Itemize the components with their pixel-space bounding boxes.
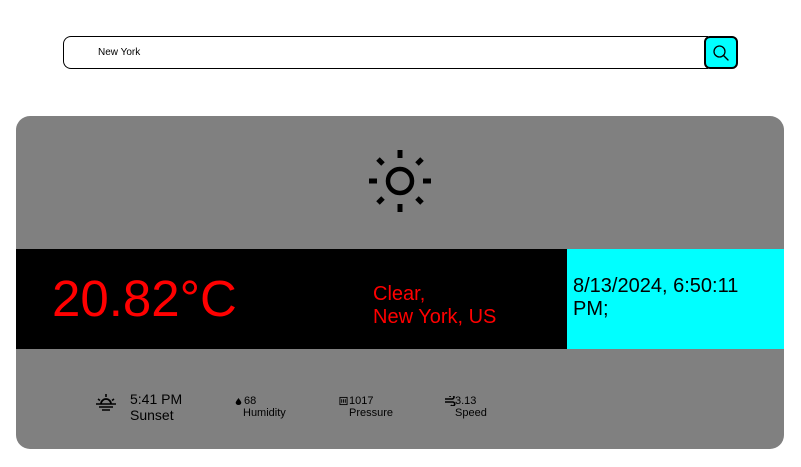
temperature-panel: 20.82°C Clear, New York, US (16, 249, 567, 349)
datetime-panel: 8/13/2024, 6:50:11 PM; (567, 249, 784, 349)
pressure-value: 1017 (349, 395, 374, 407)
sunset-icon (96, 394, 116, 411)
pressure-label: Pressure (349, 407, 394, 419)
datetime-text: 8/13/2024, 6:50:11 PM; (573, 275, 739, 320)
humidity-label: Humidity (243, 407, 286, 419)
sunset-label: Sunset (130, 407, 174, 423)
condition-text: Clear, (373, 283, 426, 305)
weather-condition: Clear, New York, US (373, 283, 496, 329)
search-input[interactable] (63, 36, 708, 69)
wind-speed-value: 3.13 (455, 395, 477, 407)
weather-card: 20.82°C Clear, New York, US 8/13/2024, 6… (16, 116, 784, 449)
temperature-value: 20.82°C (52, 270, 237, 327)
humidity-value: 68 (244, 395, 257, 407)
sun-icon (369, 150, 431, 212)
search-bar (63, 36, 738, 69)
sunset-time: 5:41 PM (130, 391, 183, 407)
wind-speed-label: Speed (455, 407, 487, 419)
gauge-icon (339, 396, 348, 406)
search-icon (713, 44, 729, 61)
droplet-icon (235, 398, 242, 405)
location-text: New York, US (373, 306, 497, 328)
weather-summary-band: 20.82°C Clear, New York, US 8/13/2024, 6… (16, 249, 784, 349)
search-button[interactable] (704, 36, 738, 69)
